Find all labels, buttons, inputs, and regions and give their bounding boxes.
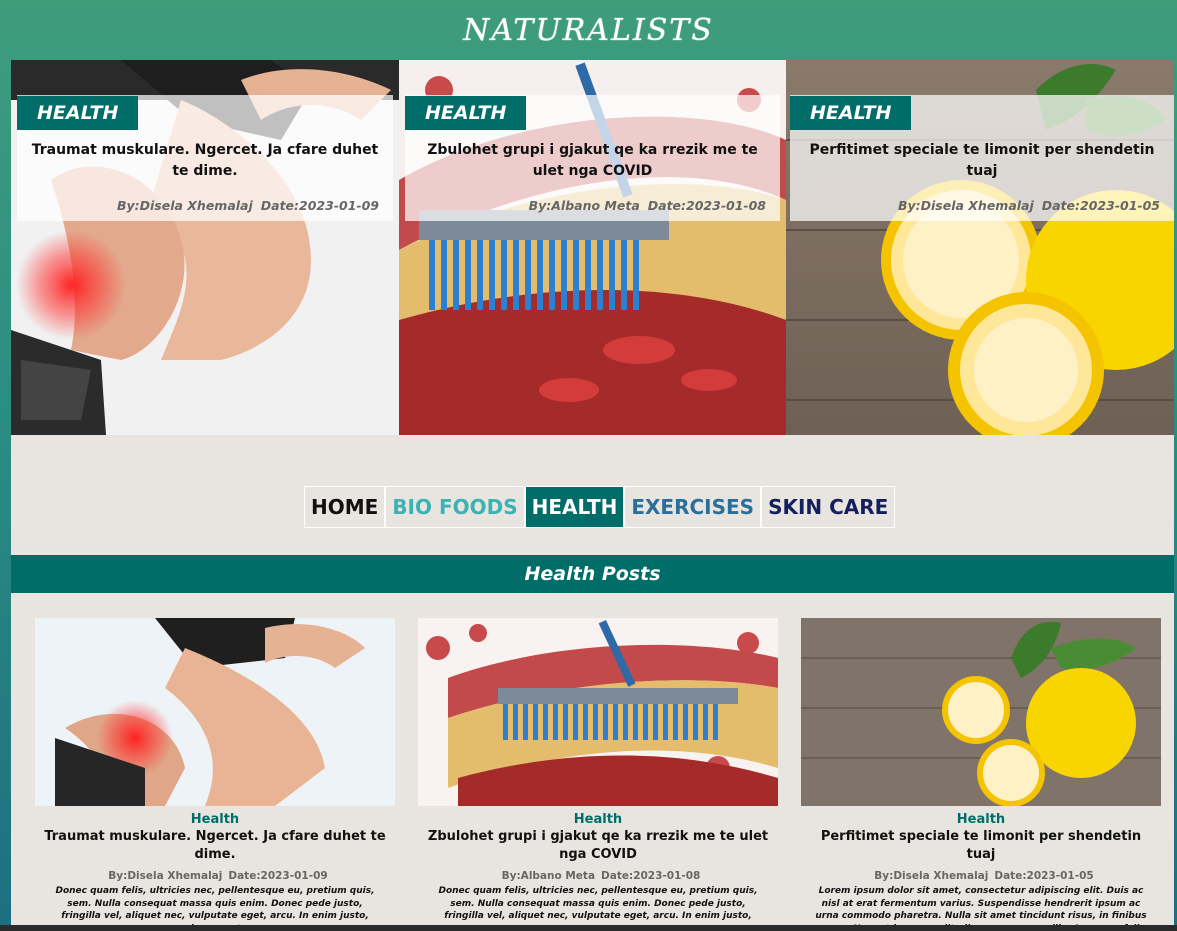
site-logo[interactable]: NATURALISTS bbox=[0, 0, 1177, 60]
date: Date:2023-01-05 bbox=[1041, 198, 1160, 213]
section-title: Health Posts bbox=[11, 555, 1174, 593]
nav-skin-care[interactable]: SKIN CARE bbox=[761, 486, 896, 528]
post-card-2[interactable]: Health Zbulohet grupi i gjakut qe ka rre… bbox=[418, 618, 778, 931]
author: By:Albano Meta bbox=[528, 198, 640, 213]
hero-overlay: HEALTH Traumat muskulare. Ngercet. Ja cf… bbox=[17, 95, 393, 221]
post-title[interactable]: Perfitimet speciale te limonit per shend… bbox=[801, 828, 1161, 864]
hero-card-3[interactable]: HEALTH Perfitimet speciale te limonit pe… bbox=[786, 60, 1174, 435]
category-tag[interactable]: HEALTH bbox=[17, 96, 139, 130]
author: By:Albano Meta bbox=[501, 870, 596, 882]
hero-overlay: HEALTH Zbulohet grupi i gjakut qe ka rre… bbox=[405, 95, 780, 221]
page-frame: HEALTH Traumat muskulare. Ngercet. Ja cf… bbox=[11, 60, 1174, 931]
hero-carousel: HEALTH Traumat muskulare. Ngercet. Ja cf… bbox=[11, 60, 1174, 435]
category-nav: HOME BIO FOODS HEALTH EXERCISES SKIN CAR… bbox=[304, 486, 896, 528]
nav-health[interactable]: HEALTH bbox=[524, 486, 625, 528]
hero-title[interactable]: Zbulohet grupi i gjakut qe ka rrezik me … bbox=[405, 130, 780, 182]
bottom-edge bbox=[0, 925, 1177, 931]
author: By:Disela Xhemalaj bbox=[897, 198, 1034, 213]
nav-home[interactable]: HOME bbox=[304, 486, 386, 528]
hero-meta: By:Disela Xhemalaj Date:2023-01-09 bbox=[17, 182, 393, 213]
post-title[interactable]: Traumat muskulare. Ngercet. Ja cfare duh… bbox=[35, 828, 395, 864]
hero-meta: By:Albano Meta Date:2023-01-08 bbox=[405, 182, 780, 213]
post-title[interactable]: Zbulohet grupi i gjakut qe ka rrezik me … bbox=[418, 828, 778, 864]
hero-card-1[interactable]: HEALTH Traumat muskulare. Ngercet. Ja cf… bbox=[11, 60, 399, 435]
hero-meta: By:Disela Xhemalaj Date:2023-01-05 bbox=[790, 182, 1174, 213]
date: Date:2023-01-09 bbox=[228, 870, 328, 882]
post-card-3[interactable]: Health Perfitimet speciale te limonit pe… bbox=[801, 618, 1161, 931]
hero-card-2[interactable]: HEALTH Zbulohet grupi i gjakut qe ka rre… bbox=[399, 60, 786, 435]
artery-brush-thumbnail[interactable] bbox=[418, 618, 778, 806]
post-meta: By:Disela Xhemalaj Date:2023-01-09 bbox=[35, 870, 395, 882]
post-card-1[interactable]: Health Traumat muskulare. Ngercet. Ja cf… bbox=[35, 618, 395, 931]
post-category[interactable]: Health bbox=[35, 812, 395, 827]
post-excerpt: Donec quam felis, ultricies nec, pellent… bbox=[438, 886, 758, 922]
post-category[interactable]: Health bbox=[801, 812, 1161, 827]
posts-grid: Health Traumat muskulare. Ngercet. Ja cf… bbox=[35, 618, 1161, 931]
date: Date:2023-01-08 bbox=[647, 198, 766, 213]
nav-bio-foods[interactable]: BIO FOODS bbox=[385, 486, 525, 528]
date: Date:2023-01-08 bbox=[601, 870, 701, 882]
category-tag[interactable]: HEALTH bbox=[405, 96, 527, 130]
lemons-thumbnail[interactable] bbox=[801, 618, 1161, 806]
post-category[interactable]: Health bbox=[418, 812, 778, 827]
hero-title[interactable]: Perfitimet speciale te limonit per shend… bbox=[790, 130, 1174, 182]
hero-overlay: HEALTH Perfitimet speciale te limonit pe… bbox=[790, 95, 1174, 221]
post-meta: By:Disela Xhemalaj Date:2023-01-05 bbox=[801, 870, 1161, 882]
category-tag[interactable]: HEALTH bbox=[790, 96, 912, 130]
date: Date:2023-01-05 bbox=[994, 870, 1094, 882]
author: By:Disela Xhemalaj bbox=[874, 870, 989, 882]
hero-title[interactable]: Traumat muskulare. Ngercet. Ja cfare duh… bbox=[17, 130, 393, 182]
author: By:Disela Xhemalaj bbox=[116, 198, 253, 213]
author: By:Disela Xhemalaj bbox=[108, 870, 223, 882]
nav-exercises[interactable]: EXERCISES bbox=[624, 486, 762, 528]
date: Date:2023-01-09 bbox=[260, 198, 379, 213]
knee-pain-thumbnail[interactable] bbox=[35, 618, 395, 806]
post-meta: By:Albano Meta Date:2023-01-08 bbox=[418, 870, 778, 882]
